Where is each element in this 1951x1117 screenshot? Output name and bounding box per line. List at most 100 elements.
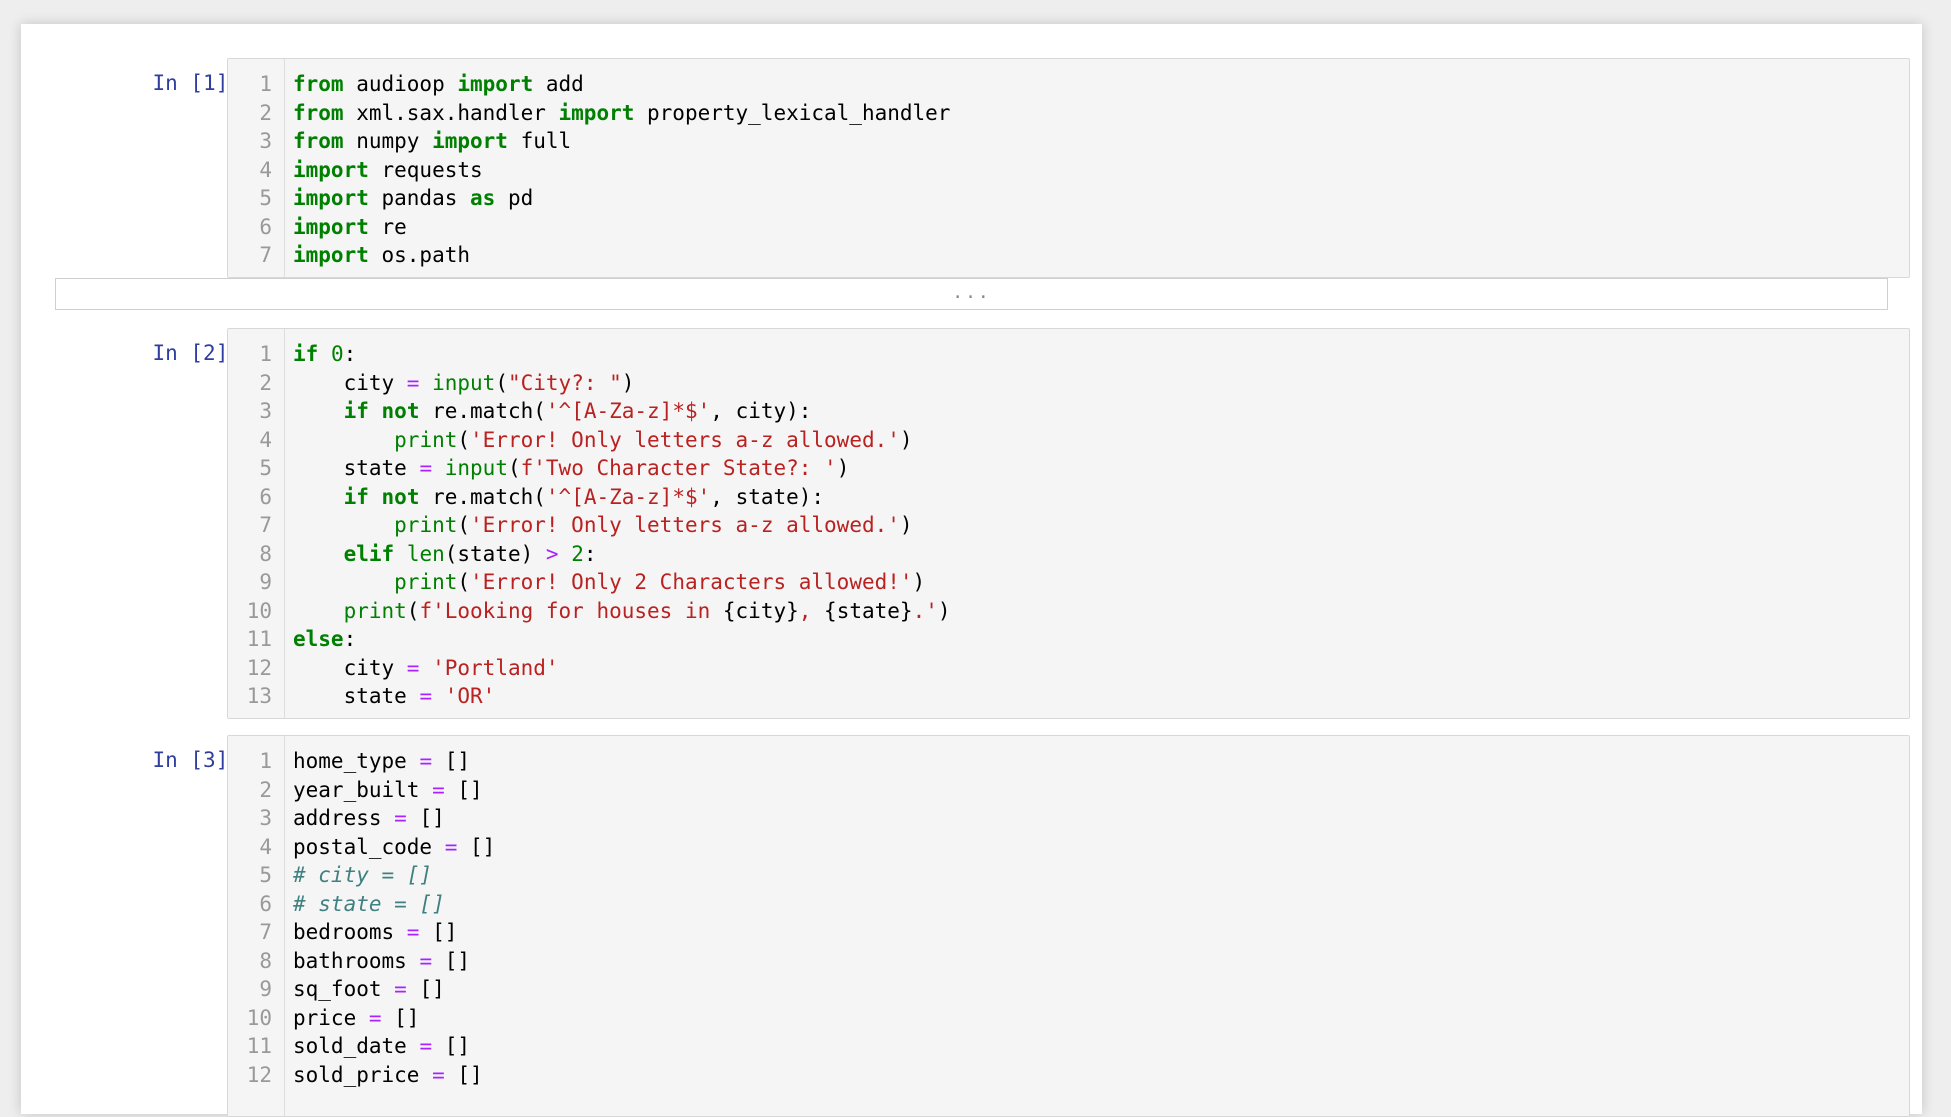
code-line[interactable]: 5 # city = [] (228, 861, 1909, 890)
code-text: if not re.match('^[A-Za-z]*$', state): (293, 483, 825, 512)
code-line[interactable]: 1 from audioop import add (228, 70, 1909, 99)
code-line[interactable]: 9 sq_foot = [] (228, 975, 1909, 1004)
code-line[interactable]: 9 print('Error! Only 2 Characters allowe… (228, 568, 1909, 597)
line-number: 7 (259, 513, 272, 537)
code-text: if 0: (293, 340, 356, 369)
code-line[interactable]: 8 elif len(state) > 2: (228, 540, 1909, 569)
code-token: f'Two Character State?: ' (520, 456, 837, 480)
code-line[interactable]: 11 sold_date = [] (228, 1032, 1909, 1061)
code-lines: 1 from audioop import add 2 from xml.sax.ha… (228, 70, 1909, 270)
code-line[interactable]: 4 print('Error! Only letters a-z allowed… (228, 426, 1909, 455)
line-number: 6 (259, 214, 272, 239)
code-line[interactable]: 6 import re (228, 213, 1909, 242)
code-text: # state = [] (293, 890, 445, 919)
code-token: = (406, 370, 420, 395)
code-line[interactable]: 4 postal_code = [] (228, 833, 1909, 862)
code-token: ) (899, 513, 913, 537)
code-text: sold_date = [] (293, 1032, 470, 1061)
code-text: print('Error! Only 2 Characters allowed!… (293, 568, 925, 597)
code-text: if not re.match('^[A-Za-z]*$', city): (293, 397, 812, 426)
code-line[interactable]: 1 if 0: (228, 340, 1909, 369)
code-token: = (419, 456, 433, 480)
code-line[interactable]: 13 state = 'OR' (228, 682, 1909, 711)
code-line[interactable]: 2 city = input("City?: ") (228, 369, 1909, 398)
code-token: if (343, 484, 369, 509)
code-line[interactable]: 2 year_built = [] (228, 776, 1909, 805)
code-token: "City?: " (507, 370, 622, 395)
code-token: re.match( (419, 399, 546, 423)
code-token: print (394, 513, 458, 537)
code-token: add (533, 72, 584, 96)
code-token: ( (495, 370, 508, 395)
code-line[interactable]: 8 bathrooms = [] (228, 947, 1909, 976)
code-token: state (293, 684, 420, 708)
code-token: = (394, 806, 407, 830)
code-line[interactable]: 12 sold_price = [] (228, 1061, 1909, 1090)
code-token: from (293, 72, 344, 96)
code-editor[interactable]: 1 home_type = [] 2 year_built = [] 3 address … (227, 735, 1910, 1117)
code-text: state = input(f'Two Character State?: ') (293, 454, 850, 483)
code-token: 'Portland' (432, 655, 559, 680)
code-editor[interactable]: 1 from audioop import add 2 from xml.sax.ha… (227, 58, 1910, 278)
code-text: print('Error! Only letters a-z allowed.'… (293, 426, 912, 455)
code-token: [] (406, 806, 445, 830)
code-line[interactable]: 12 city = 'Portland' (228, 654, 1909, 683)
collapsed-output-toggle[interactable]: ... (55, 278, 1888, 310)
code-token: as (470, 186, 496, 210)
code-token: 0 (330, 342, 344, 366)
line-number: 9 (259, 977, 272, 1001)
code-line[interactable]: 6 # state = [] (228, 890, 1909, 919)
code-text: print(f'Looking for houses in {city}, {s… (293, 597, 951, 626)
code-token: input (432, 370, 496, 395)
code-token: 'Error! Only 2 Characters allowed!' (470, 570, 913, 594)
line-number: 3 (259, 806, 272, 830)
line-number: 12 (246, 1062, 272, 1087)
code-token: , (798, 598, 825, 623)
code-token: input (444, 456, 508, 480)
code-token: [] (444, 1062, 483, 1087)
code-editor[interactable]: 1 if 0: 2 city = input("City?: ") 3 if not … (227, 328, 1910, 719)
code-token: = (419, 749, 433, 773)
code-line[interactable]: 7 bedrooms = [] (228, 918, 1909, 947)
code-line[interactable]: 10 print(f'Looking for houses in {city},… (228, 597, 1909, 626)
code-line[interactable]: 3 if not re.match('^[A-Za-z]*$', city): (228, 397, 1909, 426)
code-line[interactable]: 6 if not re.match('^[A-Za-z]*$', state): (228, 483, 1909, 512)
code-line[interactable]: 3 address = [] (228, 804, 1909, 833)
code-text: import re (293, 213, 407, 242)
code-line[interactable]: 5 state = input(f'Two Character State?: … (228, 454, 1909, 483)
code-line[interactable]: 5 import pandas as pd (228, 184, 1909, 213)
line-number: 1 (259, 342, 272, 366)
code-line[interactable]: 1 home_type = [] (228, 747, 1909, 776)
code-text: city = 'Portland' (293, 654, 559, 683)
code-token: ( (507, 456, 521, 480)
code-token: ) (836, 456, 850, 480)
line-number: 5 (259, 863, 272, 887)
code-token: address (293, 806, 395, 830)
code-line[interactable]: 3 from numpy import full (228, 127, 1909, 156)
code-token: postal_code (293, 834, 445, 859)
code-text: bathrooms = [] (293, 947, 470, 976)
code-line[interactable]: 4 import requests (228, 156, 1909, 185)
code-token: print (394, 427, 458, 452)
code-token: : (583, 541, 597, 566)
code-token: home_type (293, 749, 420, 773)
code-line[interactable]: 7 import os.path (228, 241, 1909, 270)
code-token: len (406, 541, 445, 566)
code-token: ( (457, 427, 471, 452)
line-number: 10 (246, 1005, 272, 1030)
code-line[interactable]: 2 from xml.sax.handler import property_le… (228, 99, 1909, 128)
code-line[interactable]: 7 print('Error! Only letters a-z allowed… (228, 511, 1909, 540)
code-line[interactable]: 11 else: (228, 625, 1909, 654)
code-token: = (368, 1005, 382, 1030)
code-token: pandas (368, 186, 471, 210)
code-token: = (394, 977, 407, 1001)
code-line[interactable]: 10 price = [] (228, 1004, 1909, 1033)
code-token: '^[A-Za-z]*$' (545, 399, 711, 423)
code-text: address = [] (293, 804, 445, 833)
cell-prompt: In [1]: (152, 71, 241, 95)
